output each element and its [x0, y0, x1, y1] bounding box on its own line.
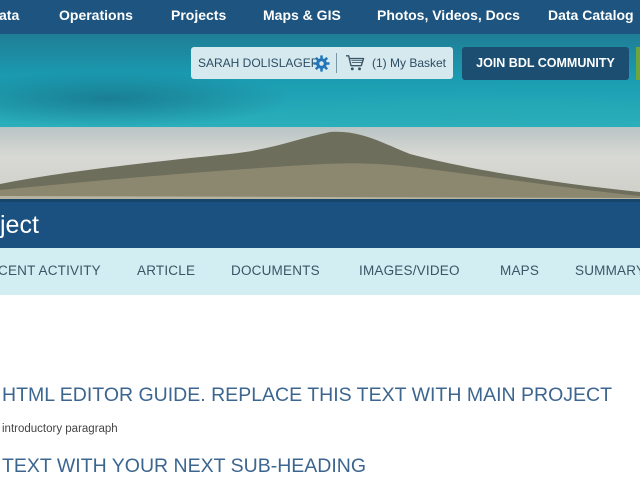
cart-icon[interactable] [345, 54, 365, 72]
tab-summary[interactable]: SUMMARY [575, 248, 640, 294]
tab-documents[interactable]: DOCUMENTS [231, 248, 320, 294]
page-title-bar: ject [0, 199, 640, 248]
user-basket-panel: SARAH DOLISLAGER (1) My Basket [191, 47, 453, 79]
tab-maps[interactable]: MAPS [500, 248, 539, 294]
gear-icon[interactable] [313, 55, 330, 72]
header-divider [336, 53, 337, 73]
my-basket-link[interactable]: (1) My Basket [372, 47, 446, 79]
tab-images-video[interactable]: IMAGES/VIDEO [359, 248, 460, 294]
content-heading: HTML EDITOR GUIDE. REPLACE THIS TEXT WIT… [2, 384, 612, 406]
project-tabs: CENT ACTIVITY ARTICLE DOCUMENTS IMAGES/V… [0, 248, 640, 295]
nav-item-maps-gis[interactable]: Maps & GIS [263, 0, 341, 34]
tab-recent-activity[interactable]: CENT ACTIVITY [0, 248, 101, 294]
user-name-link[interactable]: SARAH DOLISLAGER [198, 47, 319, 79]
content-paragraph: introductory paragraph [2, 423, 118, 435]
join-community-button[interactable]: JOIN BDL COMMUNITY [462, 47, 629, 80]
tab-article[interactable]: ARTICLE [137, 248, 195, 294]
content-subheading: TEXT WITH YOUR NEXT SUB-HEADING [2, 455, 367, 477]
nav-item-data[interactable]: ata [0, 0, 19, 34]
nav-item-operations[interactable]: Operations [59, 0, 133, 34]
top-nav: ata Operations Projects Maps & GIS Photo… [0, 0, 640, 34]
nav-item-projects[interactable]: Projects [171, 0, 226, 34]
nav-item-photos-videos-docs[interactable]: Photos, Videos, Docs [377, 0, 520, 34]
page-title: ject [0, 211, 39, 239]
nav-item-data-catalog[interactable]: Data Catalog [548, 0, 634, 34]
green-button-edge[interactable] [636, 47, 640, 80]
